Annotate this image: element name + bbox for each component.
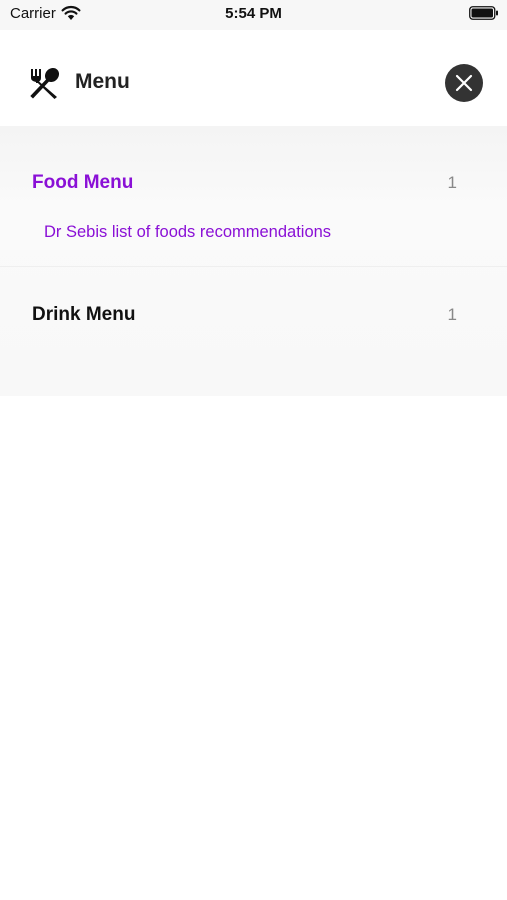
- section-count-food: 1: [447, 173, 457, 192]
- section-divider: [0, 266, 507, 267]
- menu-panel: Food Menu 1 Dr Sebis list of foods recom…: [0, 126, 507, 396]
- menu-title: Menu: [75, 70, 130, 93]
- close-icon: [455, 74, 473, 92]
- sub-item-food-recommendations[interactable]: Dr Sebis list of foods recommendations: [44, 223, 331, 242]
- menu-header: Menu: [0, 36, 507, 126]
- fork-spoon-icon: [30, 67, 60, 99]
- menu-section-drink[interactable]: Drink Menu 1: [0, 292, 507, 332]
- section-count-drink: 1: [447, 305, 457, 324]
- menu-section-food[interactable]: Food Menu 1: [0, 160, 507, 200]
- close-button[interactable]: [445, 64, 483, 102]
- battery-icon: [469, 6, 498, 20]
- status-bar: Carrier 5:54 PM: [0, 0, 507, 30]
- section-title-drink: Drink Menu: [32, 304, 136, 325]
- status-time: 5:54 PM: [225, 5, 282, 22]
- section-title-food: Food Menu: [32, 172, 134, 193]
